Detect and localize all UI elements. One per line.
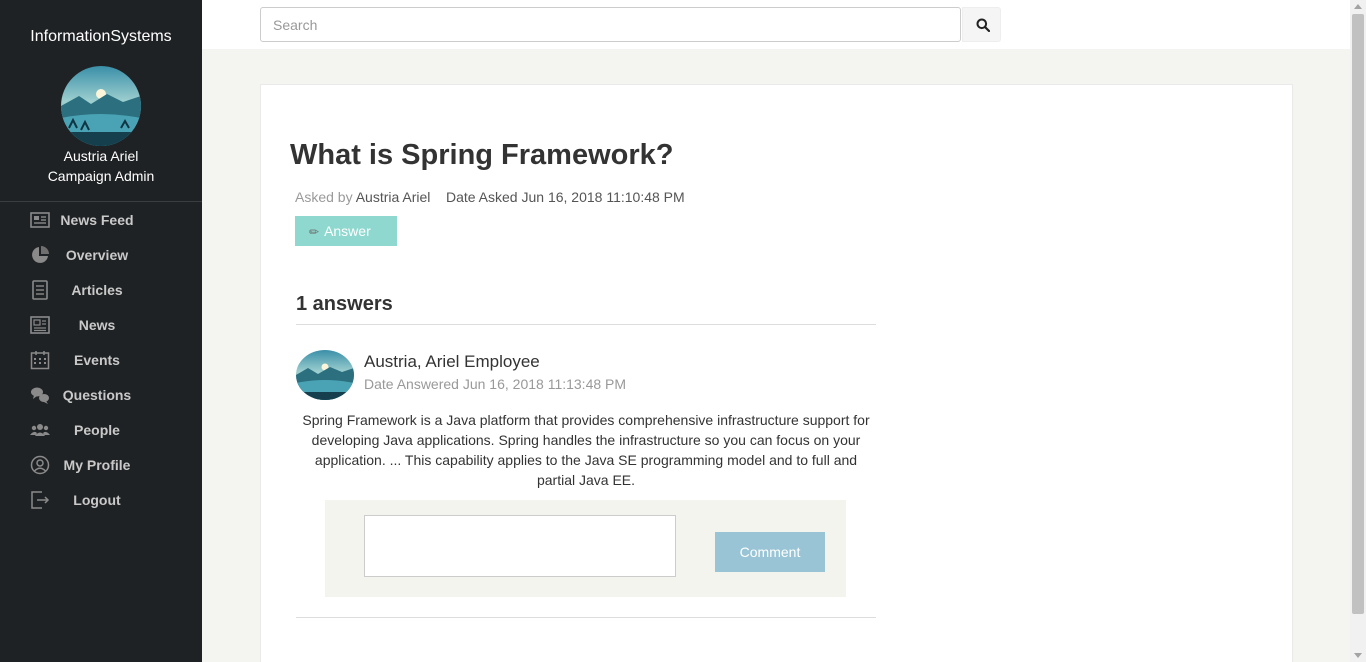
sidebar-item-label: Overview (65, 247, 129, 263)
sidebar-item-label: News (78, 317, 116, 333)
sidebar-item-news[interactable]: News (0, 307, 202, 342)
date-asked-label: Date Asked (445, 189, 518, 205)
search-button[interactable] (962, 7, 1001, 42)
sidebar-item-overview[interactable]: Overview (0, 237, 202, 272)
scroll-up-arrow-icon[interactable] (1354, 4, 1362, 9)
profile-avatar (61, 66, 141, 146)
search-input[interactable] (260, 7, 961, 42)
sidebar: InformationSystems Austria Ariel Campaig… (0, 0, 202, 662)
answer-author-avatar (296, 350, 354, 400)
answer-divider (296, 617, 876, 618)
sidebar-item-label: People (74, 422, 120, 438)
sidebar-item-logout[interactable]: Logout (0, 482, 202, 517)
user-name: Austria Ariel (63, 148, 139, 164)
answer-author[interactable]: Austria, Ariel Employee (364, 352, 540, 372)
answer-button[interactable]: ✏ Answer (295, 216, 397, 246)
answers-divider (296, 324, 876, 325)
sidebar-item-articles[interactable]: Articles (0, 272, 202, 307)
sidebar-item-label: Logout (73, 492, 121, 508)
answer-date: Date Answered Jun 16, 2018 11:13:48 PM (364, 376, 626, 392)
asked-by-label: Asked by (295, 189, 353, 205)
comment-button[interactable]: Comment (715, 532, 825, 572)
sidebar-nav: News Feed Overview Articles News Events (0, 202, 202, 517)
sidebar-item-label: Questions (62, 387, 132, 403)
vertical-scrollbar[interactable] (1350, 0, 1366, 662)
answers-count: 1 answers (296, 293, 393, 315)
scroll-down-arrow-icon[interactable] (1354, 653, 1362, 658)
date-asked-value: Jun 16, 2018 11:10:48 PM (521, 189, 685, 205)
sidebar-item-news-feed[interactable]: News Feed (0, 202, 202, 237)
question-card: What is Spring Framework? Asked by Austr… (260, 84, 1293, 662)
answer-body: Spring Framework is a Java platform that… (302, 412, 870, 488)
sidebar-item-events[interactable]: Events (0, 342, 202, 377)
question-meta: Asked by Austria Ariel Date Asked Jun 16… (295, 189, 685, 205)
comment-box: Comment (325, 500, 846, 597)
answer-button-label: Answer (324, 223, 371, 239)
asked-by-name: Austria Ariel (355, 189, 431, 205)
date-answered-label: Date Answered (364, 376, 459, 392)
brand-title[interactable]: InformationSystems (0, 28, 202, 46)
sidebar-item-label: News Feed (60, 212, 134, 228)
user-role: Campaign Admin (47, 168, 155, 184)
search-icon (976, 18, 990, 32)
sidebar-item-label: My Profile (63, 457, 131, 473)
date-answered-value: Jun 16, 2018 11:13:48 PM (462, 376, 627, 392)
top-bar (202, 0, 1350, 49)
question-title: What is Spring Framework? (290, 139, 674, 171)
sidebar-item-label: Events (74, 352, 120, 368)
sidebar-item-label: Articles (71, 282, 123, 298)
sidebar-item-my-profile[interactable]: My Profile (0, 447, 202, 482)
sidebar-item-questions[interactable]: Questions (0, 377, 202, 412)
sidebar-item-people[interactable]: People (0, 412, 202, 447)
pencil-icon: ✏ (309, 225, 320, 239)
comment-input[interactable] (364, 515, 676, 577)
scroll-thumb[interactable] (1352, 14, 1364, 614)
